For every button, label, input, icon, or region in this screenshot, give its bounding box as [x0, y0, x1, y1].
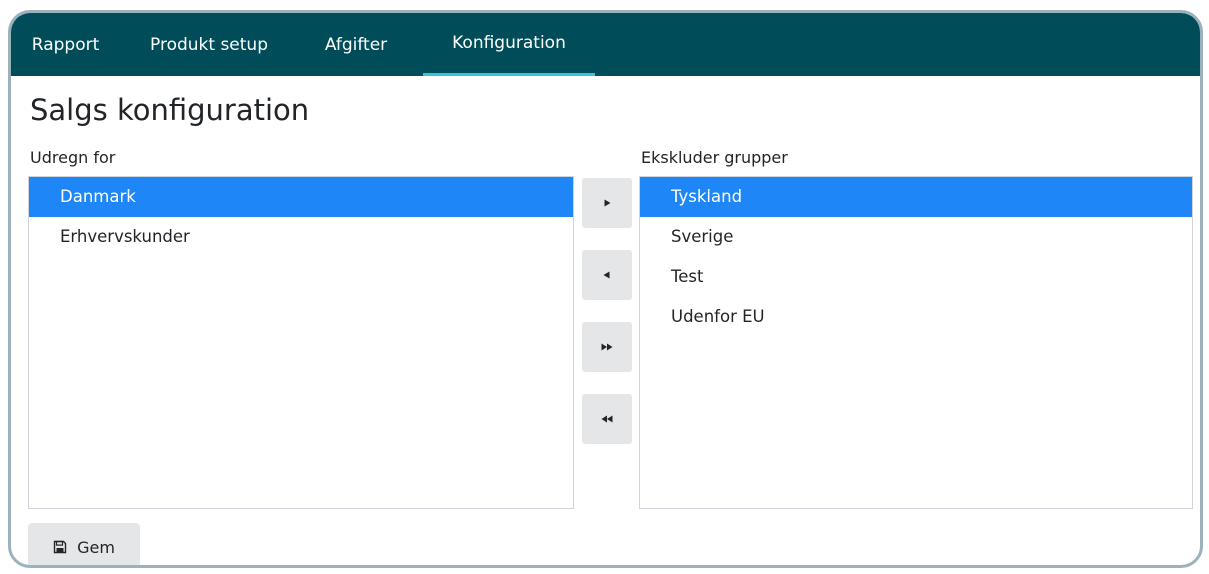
move-right-button[interactable] [582, 178, 632, 228]
save-icon [53, 540, 67, 554]
tab-rapport[interactable]: Rapport [11, 13, 120, 76]
move-all-left-button[interactable] [582, 394, 632, 444]
move-all-left-icon [601, 415, 613, 423]
tab-konfiguration[interactable]: Konfiguration [423, 13, 595, 76]
udregn-for-listbox[interactable]: Danmark Erhvervskunder [28, 176, 574, 509]
save-button[interactable]: Gem [28, 523, 140, 565]
tab-afgifter[interactable]: Afgifter [311, 13, 401, 76]
app-frame: Rapport Produkt setup Afgifter Konfigura… [8, 10, 1203, 568]
ekskluder-grupper-label: Ekskluder grupper [641, 148, 788, 167]
list-item[interactable]: Danmark [29, 177, 573, 217]
move-all-right-icon [601, 343, 613, 351]
move-left-icon [603, 271, 610, 279]
save-label: Gem [77, 537, 115, 557]
move-left-button[interactable] [582, 250, 632, 300]
move-all-right-button[interactable] [582, 322, 632, 372]
list-item[interactable]: Tyskland [640, 177, 1192, 217]
page-title: Salgs konfiguration [30, 93, 310, 127]
list-item[interactable]: Erhvervskunder [29, 217, 573, 257]
top-navbar: Rapport Produkt setup Afgifter Konfigura… [11, 13, 1200, 76]
list-item[interactable]: Test [640, 257, 1192, 297]
move-right-icon [604, 199, 611, 207]
ekskluder-grupper-listbox[interactable]: Tyskland Sverige Test Udenfor EU [639, 176, 1193, 509]
udregn-for-label: Udregn for [30, 148, 116, 167]
list-item[interactable]: Sverige [640, 217, 1192, 257]
tab-produkt-setup[interactable]: Produkt setup [137, 13, 281, 76]
list-item[interactable]: Udenfor EU [640, 297, 1192, 337]
